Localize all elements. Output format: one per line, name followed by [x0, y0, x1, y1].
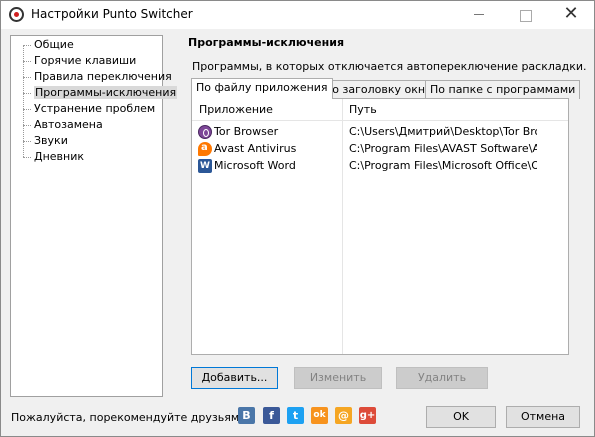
word-icon [198, 158, 212, 174]
app-name: Avast Antivirus [214, 142, 297, 155]
sidebar-item-label: Устранение проблем [34, 102, 156, 115]
tab-by-folder[interactable]: По папке с программами [425, 80, 581, 99]
punto-switcher-icon [9, 7, 24, 22]
sidebar-item-hotkeys[interactable]: Горячие клавиши [23, 53, 136, 69]
twitter-icon[interactable]: t [287, 407, 304, 424]
sidebar-item-label: Программы-исключения [34, 86, 178, 99]
add-button[interactable]: Добавить... [191, 367, 278, 389]
cancel-button[interactable]: Отмена [506, 406, 580, 428]
settings-nav-tree: Общие Горячие клавиши Правила переключен… [10, 35, 178, 397]
recommend-label: Пожалуйста, порекомендуйте друзьям: [11, 411, 243, 424]
app-path: C:\Users\Дмитрий\Desktop\Tor Bro... [349, 125, 537, 138]
sidebar-item-label: Звуки [34, 134, 68, 147]
tab-by-window-title[interactable]: По заголовку окна [319, 80, 437, 99]
table-row[interactable]: Avast Antivirus C:\Program Files\AVAST S… [192, 140, 568, 158]
mail-icon[interactable]: @ [335, 407, 352, 424]
facebook-icon[interactable]: f [263, 407, 280, 424]
sidebar-item-label: Общие [34, 38, 74, 51]
tor-browser-icon [198, 125, 212, 139]
table-row[interactable]: Microsoft Word C:\Program Files\Microsof… [192, 158, 568, 175]
sidebar-item-general[interactable]: Общие [23, 37, 74, 53]
window-title: Настройки Punto Switcher [31, 7, 193, 21]
odnoklassniki-icon[interactable]: ok [311, 407, 328, 424]
title-bar[interactable]: Настройки Punto Switcher ✕ [1, 1, 594, 29]
settings-window: Настройки Punto Switcher ✕ Общие Горячие… [0, 0, 595, 437]
column-header-app[interactable]: Приложение [199, 103, 273, 116]
google-plus-icon[interactable]: g+ [359, 407, 376, 424]
sidebar-item-exclusions[interactable]: Программы-исключения [23, 85, 178, 101]
column-header-path[interactable]: Путь [349, 103, 377, 116]
app-name: Microsoft Word [214, 159, 296, 172]
sidebar-item-label: Горячие клавиши [34, 54, 137, 67]
section-title: Программы-исключения [188, 36, 345, 49]
sidebar-item-switch-rules[interactable]: Правила переключения [23, 69, 172, 85]
vk-icon[interactable]: B [238, 407, 255, 424]
avast-icon [198, 140, 212, 156]
edit-button[interactable]: Изменить [294, 367, 382, 389]
table-row[interactable]: Tor Browser C:\Users\Дмитрий\Desktop\Tor… [192, 124, 568, 141]
delete-button[interactable]: Удалить [396, 367, 488, 389]
exclusions-list: Приложение Путь Tor Browser C:\Users\Дми… [191, 98, 569, 355]
sidebar-item-label: Автозамена [34, 118, 103, 131]
tab-by-file[interactable]: По файлу приложения [191, 78, 333, 99]
app-name: Tor Browser [214, 125, 279, 138]
sidebar-item-label: Дневник [34, 150, 85, 163]
app-path: C:\Program Files\Microsoft Office\Of... [349, 159, 537, 172]
sidebar-item-troubleshooting[interactable]: Устранение проблем [23, 101, 155, 117]
maximize-button [502, 1, 548, 29]
sidebar-item-label: Правила переключения [34, 70, 172, 83]
list-header: Приложение Путь [192, 99, 568, 121]
minimize-button[interactable] [456, 1, 502, 29]
sidebar-item-autoreplace[interactable]: Автозамена [23, 117, 103, 133]
section-description: Программы, в которых отключается автопер… [192, 60, 587, 73]
app-path: C:\Program Files\AVAST Software\A... [349, 142, 537, 155]
close-button[interactable]: ✕ [548, 1, 594, 29]
ok-button[interactable]: OK [426, 406, 496, 428]
sidebar-item-sounds[interactable]: Звуки [23, 133, 68, 149]
sidebar-item-diary[interactable]: Дневник [23, 149, 84, 165]
